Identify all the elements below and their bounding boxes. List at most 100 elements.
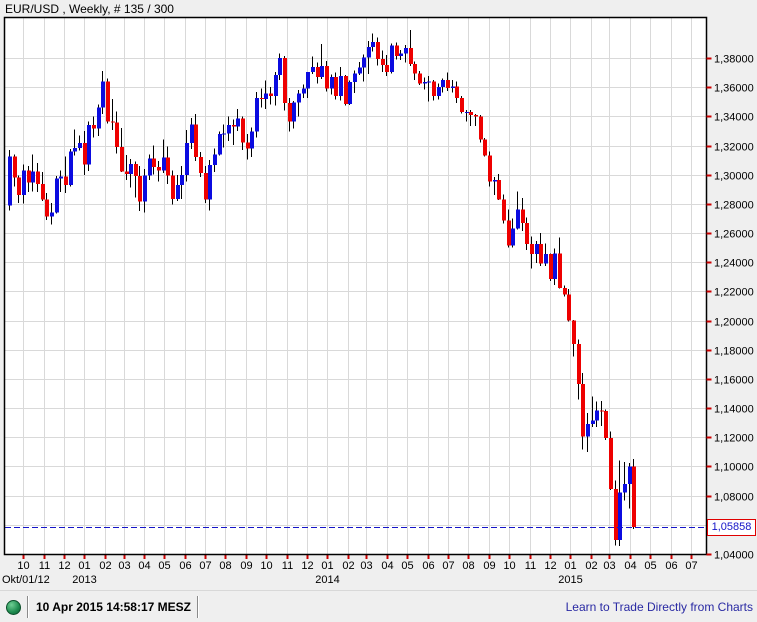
price-axis[interactable]: 1,38000 1,36000 1,34000 1,32000 1,30000 1,280…: [706, 54, 754, 562]
candle-body: [134, 163, 138, 177]
x-axis-month-label: 04: [624, 560, 636, 572]
x-axis-month-label: 01: [321, 560, 333, 572]
x-axis-month-label: 09: [240, 560, 252, 572]
candle-body: [232, 125, 236, 127]
candle-body: [87, 125, 91, 165]
candle-body: [600, 410, 604, 412]
candle-body: [97, 107, 101, 129]
candle-body: [27, 170, 31, 183]
candle-body: [376, 41, 380, 60]
candle-body: [241, 118, 245, 143]
x-axis-month-label: 07: [199, 560, 211, 572]
candle-body: [595, 410, 599, 421]
candle-body: [320, 66, 324, 77]
chart-window: EUR/USD , Weekly, # 135 / 300 10 11 12 01 20…: [0, 0, 757, 622]
candle-body: [521, 209, 525, 223]
x-axis-month-label: 04: [138, 560, 150, 572]
candle-body: [628, 466, 632, 484]
x-axis-month-label: 12: [544, 560, 556, 572]
candle-body: [497, 179, 501, 200]
candle-body: [125, 171, 129, 174]
candle-body: [325, 66, 329, 89]
candle-body: [73, 148, 77, 152]
y-axis-price-label: 1,28000: [714, 200, 754, 212]
candle-body: [530, 244, 534, 255]
candle-body: [609, 438, 613, 490]
x-axis-start-label: Okt/01/12: [2, 574, 50, 586]
candle-body: [348, 82, 352, 104]
price-chart[interactable]: 10 11 12 01201302 03 04 05 06 07 08 09 10 11 12 012014…: [0, 0, 757, 590]
x-axis-month-label: 07: [685, 560, 697, 572]
candle-body: [567, 294, 571, 321]
candle-body: [334, 76, 338, 96]
candle-body: [292, 102, 296, 122]
candle-body: [488, 155, 492, 182]
candle-body: [316, 66, 320, 77]
x-axis-month-label: 08: [219, 560, 231, 572]
x-axis-year-label: 2015: [558, 574, 582, 586]
candle-body: [278, 58, 282, 75]
y-axis-price-label: 1,22000: [714, 287, 754, 299]
candle-body: [525, 222, 529, 244]
y-axis-price-label: 1,34000: [714, 112, 754, 124]
candle-body: [8, 156, 12, 206]
candle-body: [22, 170, 26, 196]
candle-body: [539, 244, 543, 264]
candle-body: [544, 254, 548, 264]
y-axis-price-label: 1,04000: [714, 550, 754, 562]
candle-body: [455, 86, 459, 99]
x-axis-month-label: 03: [603, 560, 615, 572]
y-axis-price-label: 1,32000: [714, 142, 754, 154]
x-axis-month-label: 06: [665, 560, 677, 572]
y-axis-price-label: 1,14000: [714, 404, 754, 416]
candle-body: [115, 122, 119, 147]
candle-body: [604, 411, 608, 439]
current-price-label: 1,05858: [707, 519, 756, 536]
candle-body: [632, 466, 636, 527]
candle-body: [36, 171, 40, 185]
y-axis-price-label: 1,30000: [714, 171, 754, 183]
candle-body: [358, 67, 362, 74]
candle-body: [460, 98, 464, 112]
learn-to-trade-link[interactable]: Learn to Trade Directly from Charts: [566, 600, 753, 614]
candle-body: [78, 142, 82, 149]
y-axis-price-label: 1,38000: [714, 54, 754, 66]
candle-body: [516, 209, 520, 229]
candle-body: [413, 63, 417, 74]
x-axis-month-label: 11: [282, 560, 293, 572]
x-axis-month-label: 07: [442, 560, 454, 572]
x-axis-month-label: 10: [17, 560, 29, 572]
candle-body: [553, 253, 557, 280]
candle-body: [511, 228, 515, 246]
candle-body: [246, 142, 250, 149]
x-axis-month-label: 05: [401, 560, 413, 572]
candle-body: [264, 93, 268, 99]
candle-body: [591, 420, 595, 425]
candle-body: [483, 139, 487, 156]
candle-body: [222, 133, 226, 135]
x-axis-month-label: 08: [462, 560, 474, 572]
candle-body: [427, 81, 431, 83]
candle-body: [129, 163, 133, 174]
candle-body: [395, 45, 399, 56]
y-axis-price-label: 1,24000: [714, 258, 754, 270]
x-axis-month-label: 03: [360, 560, 372, 572]
candle-body: [138, 176, 142, 202]
x-axis-month-label: 01: [78, 560, 90, 572]
candle-body: [623, 483, 627, 493]
candle-body: [581, 383, 585, 437]
candle-body: [371, 41, 375, 48]
candle-body: [311, 66, 315, 72]
candle-body: [618, 492, 622, 541]
candle-body: [385, 64, 389, 73]
status-timestamp: 10 Apr 2015 14:58:17 MESZ: [36, 600, 191, 614]
candle-body: [185, 143, 189, 175]
x-axis-month-label: 02: [99, 560, 111, 572]
candle-body: [17, 177, 21, 196]
candle-body: [441, 79, 445, 88]
candle-body: [218, 133, 222, 155]
x-axis-month-label: 05: [644, 560, 656, 572]
time-axis: 10 11 12 01201302 03 04 05 06 07 08 09 10 11 12 012014…: [2, 555, 698, 586]
candle-body: [227, 125, 231, 134]
candle-body: [390, 45, 394, 73]
